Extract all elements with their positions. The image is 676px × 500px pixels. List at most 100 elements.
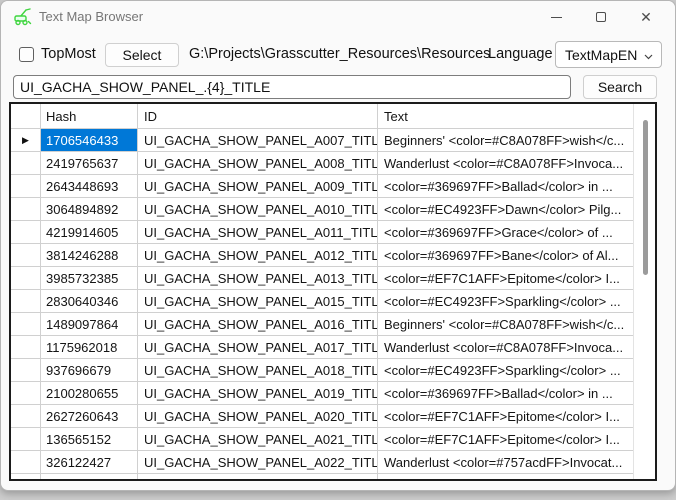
id-cell[interactable]: UI_GACHA_SHOW_PANEL_A010_TITLE bbox=[138, 198, 378, 221]
minimize-icon bbox=[551, 17, 562, 18]
text-cell[interactable]: Wanderlust <color=#757acdFF>Invocat... bbox=[378, 451, 633, 474]
language-dropdown[interactable]: TextMapEN bbox=[555, 41, 662, 68]
id-cell[interactable]: UI_GACHA_SHOW_PANEL_A009_TITLE bbox=[138, 175, 378, 198]
row-selector[interactable] bbox=[11, 359, 41, 382]
text-cell[interactable]: <color=#369697FF>Ballad</color> in ... bbox=[378, 382, 633, 405]
hash-cell[interactable]: 2100280655 bbox=[41, 382, 138, 405]
table-row[interactable]: 2100280655 UI_GACHA_SHOW_PANEL_A019_TITL… bbox=[11, 382, 633, 405]
table-row-partial[interactable] bbox=[11, 474, 633, 481]
text-cell[interactable]: Wanderlust <color=#C8A078FF>Invoca... bbox=[378, 152, 633, 175]
row-selector[interactable] bbox=[11, 428, 41, 451]
close-button[interactable]: ✕ bbox=[624, 1, 668, 33]
text-cell[interactable]: Beginners' <color=#C8A078FF>wish</c... bbox=[378, 129, 633, 152]
table-row[interactable]: 937696679 UI_GACHA_SHOW_PANEL_A018_TITLE… bbox=[11, 359, 633, 382]
id-cell[interactable]: UI_GACHA_SHOW_PANEL_A018_TITLE bbox=[138, 359, 378, 382]
id-cell[interactable]: UI_GACHA_SHOW_PANEL_A013_TITLE bbox=[138, 267, 378, 290]
hash-cell[interactable]: 2643448693 bbox=[41, 175, 138, 198]
hash-cell[interactable]: 136565152 bbox=[41, 428, 138, 451]
app-window: Text Map Browser ✕ TopMost Select G:\Pro… bbox=[0, 0, 676, 491]
table-row[interactable]: 136565152 UI_GACHA_SHOW_PANEL_A021_TITLE… bbox=[11, 428, 633, 451]
search-button[interactable]: Search bbox=[583, 75, 657, 99]
id-cell[interactable]: UI_GACHA_SHOW_PANEL_A017_TITLE bbox=[138, 336, 378, 359]
table-row[interactable]: 2643448693 UI_GACHA_SHOW_PANEL_A009_TITL… bbox=[11, 175, 633, 198]
text-cell[interactable]: <color=#EC4923FF>Dawn</color> Pilg... bbox=[378, 198, 633, 221]
id-cell[interactable]: UI_GACHA_SHOW_PANEL_A007_TITLE bbox=[138, 129, 378, 152]
row-selector[interactable] bbox=[11, 244, 41, 267]
id-cell[interactable]: UI_GACHA_SHOW_PANEL_A021_TITLE bbox=[138, 428, 378, 451]
id-cell[interactable] bbox=[138, 474, 378, 481]
topmost-checkbox[interactable] bbox=[19, 47, 34, 62]
header-hash[interactable]: Hash bbox=[41, 104, 138, 129]
table-row[interactable]: 2419765637 UI_GACHA_SHOW_PANEL_A008_TITL… bbox=[11, 152, 633, 175]
table-row[interactable]: 326122427 UI_GACHA_SHOW_PANEL_A022_TITLE… bbox=[11, 451, 633, 474]
row-selector[interactable] bbox=[11, 313, 41, 336]
select-folder-button[interactable]: Select bbox=[105, 43, 179, 67]
resources-path: G:\Projects\Grasscutter_Resources\Resour… bbox=[189, 46, 490, 62]
text-cell[interactable]: <color=#EF7C1AFF>Epitome</color> I... bbox=[378, 405, 633, 428]
id-cell[interactable]: UI_GACHA_SHOW_PANEL_A012_TITLE bbox=[138, 244, 378, 267]
table-row[interactable]: 1489097864 UI_GACHA_SHOW_PANEL_A016_TITL… bbox=[11, 313, 633, 336]
table-row[interactable]: 3814246288 UI_GACHA_SHOW_PANEL_A012_TITL… bbox=[11, 244, 633, 267]
row-selector[interactable] bbox=[11, 221, 41, 244]
text-cell[interactable]: Wanderlust <color=#C8A078FF>Invoca... bbox=[378, 336, 633, 359]
table-row[interactable]: 4219914605 UI_GACHA_SHOW_PANEL_A011_TITL… bbox=[11, 221, 633, 244]
row-selector[interactable] bbox=[11, 474, 41, 481]
window-title: Text Map Browser bbox=[39, 9, 143, 24]
maximize-button[interactable] bbox=[579, 1, 623, 33]
row-selector[interactable] bbox=[11, 336, 41, 359]
hash-cell[interactable]: 1706546433 bbox=[41, 129, 138, 152]
table-row[interactable]: 3985732385 UI_GACHA_SHOW_PANEL_A013_TITL… bbox=[11, 267, 633, 290]
language-selected-value: TextMapEN bbox=[565, 47, 637, 63]
hash-cell[interactable]: 3814246288 bbox=[41, 244, 138, 267]
hash-cell[interactable]: 1175962018 bbox=[41, 336, 138, 359]
search-input[interactable] bbox=[13, 75, 571, 99]
hash-cell[interactable] bbox=[41, 474, 138, 481]
text-cell[interactable]: <color=#369697FF>Grace</color> of ... bbox=[378, 221, 633, 244]
id-cell[interactable]: UI_GACHA_SHOW_PANEL_A020_TITLE bbox=[138, 405, 378, 428]
chevron-down-icon bbox=[644, 52, 653, 61]
hash-cell[interactable]: 4219914605 bbox=[41, 221, 138, 244]
table-row[interactable]: ▶ 1706546433 UI_GACHA_SHOW_PANEL_A007_TI… bbox=[11, 129, 633, 152]
header-id[interactable]: ID bbox=[138, 104, 378, 129]
id-cell[interactable]: UI_GACHA_SHOW_PANEL_A011_TITLE bbox=[138, 221, 378, 244]
row-selector[interactable] bbox=[11, 290, 41, 313]
minimize-button[interactable] bbox=[534, 1, 578, 33]
table-row[interactable]: 3064894892 UI_GACHA_SHOW_PANEL_A010_TITL… bbox=[11, 198, 633, 221]
hash-cell[interactable]: 937696679 bbox=[41, 359, 138, 382]
row-selector[interactable] bbox=[11, 267, 41, 290]
text-cell[interactable]: <color=#EF7C1AFF>Epitome</color> I... bbox=[378, 428, 633, 451]
header-text[interactable]: Text bbox=[378, 104, 633, 129]
hash-cell[interactable]: 2419765637 bbox=[41, 152, 138, 175]
text-cell[interactable] bbox=[378, 474, 633, 481]
text-cell[interactable]: <color=#369697FF>Bane</color> of Al... bbox=[378, 244, 633, 267]
row-selector[interactable] bbox=[11, 175, 41, 198]
hash-cell[interactable]: 3064894892 bbox=[41, 198, 138, 221]
text-cell[interactable]: <color=#EC4923FF>Sparkling</color> ... bbox=[378, 359, 633, 382]
text-cell[interactable]: Beginners' <color=#C8A078FF>wish</c... bbox=[378, 313, 633, 336]
hash-cell[interactable]: 1489097864 bbox=[41, 313, 138, 336]
text-cell[interactable]: <color=#EF7C1AFF>Epitome</color> I... bbox=[378, 267, 633, 290]
text-cell[interactable]: <color=#369697FF>Ballad</color> in ... bbox=[378, 175, 633, 198]
table-row[interactable]: 2830640346 UI_GACHA_SHOW_PANEL_A015_TITL… bbox=[11, 290, 633, 313]
id-cell[interactable]: UI_GACHA_SHOW_PANEL_A008_TITLE bbox=[138, 152, 378, 175]
hash-cell[interactable]: 2830640346 bbox=[41, 290, 138, 313]
id-cell[interactable]: UI_GACHA_SHOW_PANEL_A016_TITLE bbox=[138, 313, 378, 336]
grid-header-row: Hash ID Text bbox=[11, 104, 633, 129]
id-cell[interactable]: UI_GACHA_SHOW_PANEL_A022_TITLE bbox=[138, 451, 378, 474]
row-selector[interactable]: ▶ bbox=[11, 129, 41, 152]
hash-cell[interactable]: 3985732385 bbox=[41, 267, 138, 290]
table-row[interactable]: 1175962018 UI_GACHA_SHOW_PANEL_A017_TITL… bbox=[11, 336, 633, 359]
row-selector[interactable] bbox=[11, 451, 41, 474]
table-row[interactable]: 2627260643 UI_GACHA_SHOW_PANEL_A020_TITL… bbox=[11, 405, 633, 428]
text-cell[interactable]: <color=#EC4923FF>Sparkling</color> ... bbox=[378, 290, 633, 313]
hash-cell[interactable]: 2627260643 bbox=[41, 405, 138, 428]
scrollbar-thumb[interactable] bbox=[643, 120, 648, 275]
row-selector[interactable] bbox=[11, 382, 41, 405]
id-cell[interactable]: UI_GACHA_SHOW_PANEL_A015_TITLE bbox=[138, 290, 378, 313]
row-selector[interactable] bbox=[11, 198, 41, 221]
vertical-scrollbar[interactable] bbox=[633, 104, 655, 479]
hash-cell[interactable]: 326122427 bbox=[41, 451, 138, 474]
row-selector[interactable] bbox=[11, 405, 41, 428]
id-cell[interactable]: UI_GACHA_SHOW_PANEL_A019_TITLE bbox=[138, 382, 378, 405]
row-selector[interactable] bbox=[11, 152, 41, 175]
